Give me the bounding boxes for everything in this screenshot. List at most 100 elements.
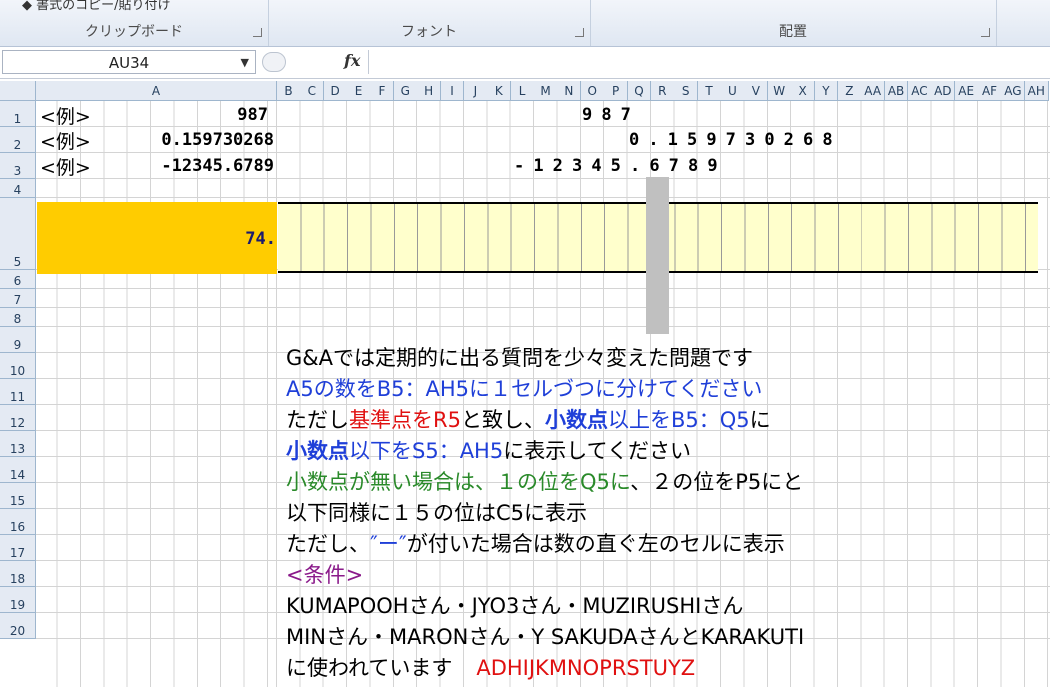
row-number: 5 <box>13 255 22 269</box>
formula-input[interactable] <box>368 50 1049 74</box>
row-gridline <box>36 560 1050 561</box>
column-header-v[interactable]: V <box>744 81 769 101</box>
row-header-1[interactable]: 1 <box>0 101 36 127</box>
column-header-ae[interactable]: AE <box>954 81 979 101</box>
column-header-c[interactable]: C <box>300 81 325 101</box>
column-header-ag[interactable]: AG <box>1001 81 1026 101</box>
row-number: 2 <box>13 138 22 152</box>
row-header-10[interactable]: 10 <box>0 353 36 379</box>
note-line-2: A5の数をB5：AH5に１セルづつに分けてください <box>286 377 763 401</box>
row-header-18[interactable]: 18 <box>0 561 36 587</box>
row-number: 4 <box>13 183 22 197</box>
row-header-17[interactable]: 17 <box>0 535 36 561</box>
column-a-border <box>276 101 277 687</box>
font-launcher-icon[interactable]: . <box>575 28 584 37</box>
ribbon: ◆ 書式のコピー/貼り付け クリップボード . フォント . 配置 . <box>0 0 1050 47</box>
formula-bar-resize-handle[interactable] <box>262 52 286 72</box>
row-header-3[interactable]: 3 <box>0 153 36 179</box>
alignment-launcher-icon[interactable]: . <box>981 28 990 37</box>
row-gridline <box>36 326 1050 327</box>
column-header-r[interactable]: R <box>650 81 675 101</box>
row-gridline <box>36 288 1050 289</box>
note-line-1: G&Aでは定期的に出る質問を少々変えた問題です <box>286 346 754 370</box>
column-header-f[interactable]: F <box>370 81 395 101</box>
column-header-n[interactable]: N <box>557 81 582 101</box>
row-gridline <box>36 307 1050 308</box>
column-header-b[interactable]: B <box>277 81 301 101</box>
cell-a5-value: 74. <box>245 229 276 249</box>
column-header-q[interactable]: Q <box>627 81 652 101</box>
column-header-s[interactable]: S <box>674 81 699 101</box>
insert-function-icon[interactable]: fx <box>344 51 360 70</box>
cell-a3-value: -12345.6789 <box>161 156 274 176</box>
row-number: 3 <box>13 164 22 178</box>
row3-digits: -12345.6789 <box>514 156 727 176</box>
column-header-y[interactable]: Y <box>814 81 839 101</box>
note-line-4: 小数点以下をS5：AH5に表示してください <box>286 439 691 463</box>
column-header-j[interactable]: J <box>463 81 488 101</box>
row-header-8[interactable]: 8 <box>0 308 36 327</box>
row-header-14[interactable]: 14 <box>0 457 36 483</box>
column-header-x[interactable]: X <box>791 81 815 101</box>
row-number: 7 <box>13 293 22 307</box>
row-header-9[interactable]: 9 <box>0 327 36 353</box>
row-number: 11 <box>9 390 26 404</box>
font-group: フォント . <box>268 0 591 46</box>
column-header-a[interactable]: A <box>36 81 277 101</box>
row-number: 13 <box>9 442 26 456</box>
row-header-16[interactable]: 16 <box>0 509 36 535</box>
column-header-af[interactable]: AF <box>978 81 1002 101</box>
column-header-i[interactable]: I <box>440 81 465 101</box>
row-header-7[interactable]: 7 <box>0 289 36 308</box>
column-header-ad[interactable]: AD <box>931 81 956 101</box>
chevron-down-icon[interactable]: ▼ <box>241 51 249 75</box>
row-number: 15 <box>9 494 26 508</box>
row-header-6[interactable]: 6 <box>0 270 36 289</box>
column-header-o[interactable]: O <box>580 81 605 101</box>
column-header-d[interactable]: D <box>323 81 348 101</box>
select-all-corner[interactable] <box>0 81 36 101</box>
column-header-ah[interactable]: AH <box>1024 81 1049 101</box>
row-header-5[interactable]: 5 <box>0 198 36 270</box>
clipboard-launcher-icon[interactable]: . <box>253 28 262 37</box>
column-header-z[interactable]: Z <box>837 81 862 101</box>
cell-a3-label: <例> <box>40 157 91 179</box>
column-header-p[interactable]: P <box>604 81 629 101</box>
cell-a1-label: <例> <box>40 106 91 128</box>
row-header-19[interactable]: 19 <box>0 587 36 613</box>
column-header-w[interactable]: W <box>767 81 792 101</box>
row-header-11[interactable]: 11 <box>0 379 36 405</box>
cell-a2-label: <例> <box>40 131 91 153</box>
column-header-m[interactable]: M <box>534 81 558 101</box>
column-r-marker <box>646 177 669 334</box>
row-header-2[interactable]: 2 <box>0 127 36 153</box>
alignment-group-label: 配置 <box>779 24 807 40</box>
column-header-ac[interactable]: AC <box>907 81 932 101</box>
name-box[interactable]: AU34 ▼ <box>2 50 256 74</box>
note-line-3: ただし基準点をR5と致し、小数点以上をB5：Q5に <box>286 408 771 432</box>
column-header-l[interactable]: L <box>510 81 535 101</box>
column-header-k[interactable]: K <box>487 81 512 101</box>
column-header-aa[interactable]: AA <box>861 81 886 101</box>
column-header-t[interactable]: T <box>697 81 722 101</box>
row-gridline <box>36 152 1050 153</box>
worksheet-grid[interactable]: A B C D E F G H I J K L M N O P Q R S T U V W X Y Z AA AB AC AD AE AF AG… <box>0 81 1050 687</box>
row-header-13[interactable]: 13 <box>0 431 36 457</box>
column-header-e[interactable]: E <box>347 81 371 101</box>
row-number: 6 <box>13 274 22 288</box>
row2-digits: 0.159730268 <box>629 130 842 150</box>
row-header-15[interactable]: 15 <box>0 483 36 509</box>
row-header-4[interactable]: 4 <box>0 179 36 198</box>
column-header-u[interactable]: U <box>721 81 745 101</box>
row-number: 16 <box>9 520 26 534</box>
row-header-20[interactable]: 20 <box>0 613 36 639</box>
clipboard-group-label: クリップボード <box>85 24 183 40</box>
row-header-12[interactable]: 12 <box>0 405 36 431</box>
alignment-group: 配置 . <box>590 0 997 46</box>
column-header-g[interactable]: G <box>393 81 418 101</box>
note-line-5: 小数点が無い場合は、１の位をQ5に、２の位をP5にと <box>286 470 804 494</box>
column-header-ab[interactable]: AB <box>884 81 909 101</box>
note-line-7: ただし、″ー″が付いた場合は数の直ぐ左のセルに表示 <box>286 532 785 556</box>
note-line-11: に使われています ADHIJKMNOPRSTUYZ <box>286 656 696 680</box>
column-header-h[interactable]: H <box>417 81 442 101</box>
